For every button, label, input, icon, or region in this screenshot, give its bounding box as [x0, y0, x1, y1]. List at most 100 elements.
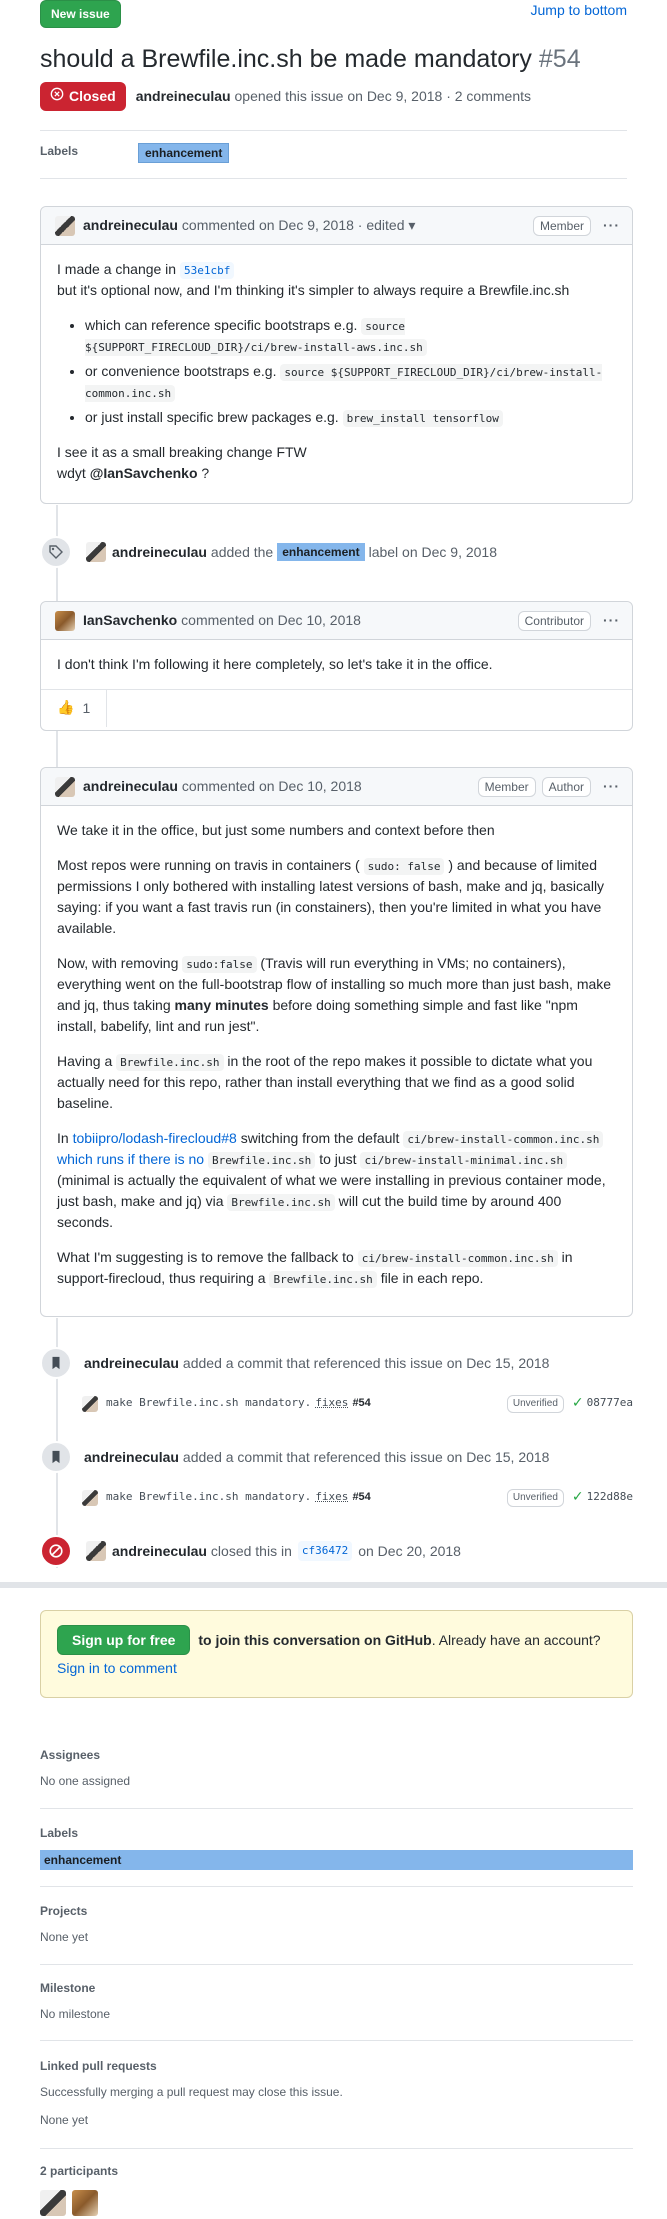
- commit-sha-link[interactable]: cf36472: [297, 1540, 353, 1562]
- pull-request-link[interactable]: tobiipro/lodash-firecloud#8: [73, 1130, 237, 1146]
- avatar[interactable]: [55, 215, 75, 236]
- avatar[interactable]: [82, 1395, 98, 1412]
- reactions-bar: 👍 1: [41, 689, 632, 727]
- more-options-icon[interactable]: ···: [603, 610, 620, 631]
- text: Having a: [57, 1053, 113, 1069]
- avatar[interactable]: [86, 1541, 106, 1561]
- author-badge: Author: [541, 776, 591, 797]
- linked-prs-note: Successfully merging a pull request may …: [40, 2085, 343, 2099]
- comment-2: IanSavchenko commented on Dec 10, 2018 C…: [40, 601, 633, 731]
- status-text: Closed: [69, 88, 116, 104]
- closed-icon: [40, 1535, 72, 1567]
- timeline-end-divider: [0, 1582, 667, 1588]
- thumbs-up-icon: 👍: [57, 700, 75, 716]
- milestone-value: No milestone: [40, 2007, 111, 2021]
- commit-message[interactable]: make Brewfile.inc.sh mandatory.: [106, 1395, 311, 1412]
- linked-prs-value: None yet: [40, 2113, 89, 2127]
- issue-title-text: should a Brewfile.inc.sh be made mandato…: [40, 45, 532, 73]
- comment-body: We take it in the office, but just some …: [41, 806, 632, 1303]
- linked-prs-heading[interactable]: Linked pull requests: [40, 2057, 633, 2075]
- avatar[interactable]: [55, 776, 75, 797]
- commit-sha[interactable]: 122d88e: [587, 1489, 633, 1506]
- labels-heading[interactable]: Labels: [40, 1824, 633, 1842]
- text-link[interactable]: which runs if there is no: [57, 1151, 204, 1167]
- commit-row: make Brewfile.inc.sh mandatory. fixes #5…: [82, 1393, 633, 1414]
- more-options-icon[interactable]: ···: [603, 776, 620, 797]
- event-text: label on Dec 9, 2018: [368, 543, 498, 560]
- unverified-badge[interactable]: Unverified: [506, 1394, 564, 1413]
- contributor-badge: Contributor: [517, 610, 591, 631]
- bookmark-icon: [40, 1347, 72, 1379]
- commit-sha[interactable]: 08777ea: [587, 1395, 633, 1412]
- avatar[interactable]: [40, 2190, 66, 2216]
- thumbs-up-reaction[interactable]: 👍 1: [57, 690, 108, 727]
- inline-code: Brewfile.inc.sh: [227, 1194, 335, 1211]
- paragraph: We take it in the office, but just some …: [57, 822, 495, 838]
- list-item: or just install specific brew packages e…: [85, 407, 616, 428]
- text: Most repos were running on travis in con…: [57, 857, 360, 873]
- signup-text: . Already have an account?: [431, 1632, 601, 1648]
- sign-in-link[interactable]: Sign in to comment: [57, 1660, 177, 1676]
- commit-sha-link[interactable]: 53e1cbf: [179, 262, 235, 279]
- sign-up-button[interactable]: Sign up for free: [57, 1625, 191, 1655]
- assignees-value: No one assigned: [40, 1774, 131, 1788]
- text: In: [57, 1130, 69, 1146]
- issue-ref-link[interactable]: #54: [352, 1489, 370, 1506]
- milestone-heading[interactable]: Milestone: [40, 1979, 633, 1997]
- divider: [40, 2148, 633, 2149]
- avatar[interactable]: [82, 1489, 98, 1506]
- text: What I'm suggesting is to remove the fal…: [57, 1249, 354, 1265]
- issue-author-link[interactable]: andreineculau: [136, 88, 231, 104]
- label-enhancement[interactable]: enhancement: [277, 543, 365, 561]
- text: to just: [319, 1151, 357, 1167]
- labels-heading: Labels: [40, 144, 79, 158]
- mention-link[interactable]: @IanSavchenko: [90, 465, 198, 481]
- event-author[interactable]: andreineculau: [112, 1541, 207, 1562]
- text: but it's optional now, and I'm thinking …: [57, 282, 570, 298]
- issue-number: #54: [538, 45, 581, 73]
- avatar[interactable]: [55, 610, 75, 631]
- list-item: or convenience bootstraps e.g. source ${…: [85, 361, 616, 403]
- paragraph: Now, with removing sudo:false (Travis wi…: [57, 953, 616, 1037]
- closed-icon: [50, 86, 64, 107]
- avatar[interactable]: [72, 2190, 98, 2216]
- commit-message[interactable]: make Brewfile.inc.sh mandatory.: [106, 1489, 311, 1506]
- text: file in each repo.: [380, 1270, 484, 1286]
- more-options-icon[interactable]: ···: [603, 215, 620, 236]
- comment-meta[interactable]: commented on Dec 9, 2018 · edited ▾: [182, 215, 416, 236]
- check-icon: ✓: [571, 1395, 584, 1411]
- comment-meta[interactable]: commented on Dec 10, 2018: [182, 776, 362, 797]
- new-issue-button[interactable]: New issue: [40, 0, 121, 28]
- jump-to-bottom-link[interactable]: Jump to bottom: [531, 0, 628, 21]
- text: ?: [201, 465, 210, 481]
- comment-author[interactable]: andreineculau: [83, 776, 178, 797]
- comment-author[interactable]: andreineculau: [83, 215, 178, 236]
- issue-ref-link[interactable]: #54: [352, 1395, 370, 1412]
- projects-heading[interactable]: Projects: [40, 1902, 633, 1920]
- comment-author[interactable]: IanSavchenko: [83, 610, 177, 631]
- comment-header: andreineculau commented on Dec 9, 2018 ·…: [41, 207, 632, 245]
- reaction-count: 1: [82, 700, 91, 716]
- event-author[interactable]: andreineculau: [84, 1447, 179, 1468]
- unverified-badge[interactable]: Unverified: [506, 1488, 564, 1507]
- assignees-heading[interactable]: Assignees: [40, 1746, 633, 1764]
- signup-prompt: Sign up for free to join this conversati…: [40, 1610, 633, 1698]
- text: or convenience bootstraps e.g.: [85, 363, 277, 379]
- comment-text: I don't think I'm following it here comp…: [57, 656, 493, 672]
- bullet-list: which can reference specific bootstraps …: [85, 315, 616, 428]
- inline-code: brew_install tensorflow: [342, 410, 503, 427]
- event-author[interactable]: andreineculau: [112, 542, 207, 563]
- event-author[interactable]: andreineculau: [84, 1353, 179, 1374]
- label-enhancement[interactable]: enhancement: [40, 1850, 633, 1870]
- avatar[interactable]: [86, 542, 106, 562]
- event-text: closed this in: [210, 1542, 292, 1559]
- linked-prs-section: Linked pull requests Successfully mergin…: [40, 2057, 633, 2129]
- comment-1: andreineculau commented on Dec 9, 2018 ·…: [40, 206, 633, 504]
- labels-section: Labels enhancement: [40, 1824, 633, 1870]
- comment-body: I don't think I'm following it here comp…: [41, 640, 632, 689]
- comment-meta[interactable]: commented on Dec 10, 2018: [181, 610, 361, 631]
- text: wdyt: [57, 465, 86, 481]
- commit-fixes: fixes: [315, 1490, 349, 1504]
- label-enhancement[interactable]: enhancement: [138, 143, 230, 163]
- participants-avatars: [40, 2190, 633, 2216]
